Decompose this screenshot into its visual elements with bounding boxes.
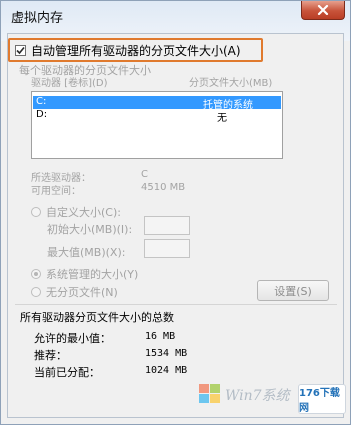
close-icon bbox=[317, 5, 329, 15]
recommended-value: 1534 MB bbox=[145, 348, 188, 359]
site-logo: 176下载网 bbox=[298, 384, 346, 414]
initial-size-input[interactable] bbox=[144, 216, 190, 235]
close-button[interactable] bbox=[301, 1, 345, 20]
virtual-memory-dialog: 虚拟内存 自动管理所有驱动器的分页文件大小(A) 每个驱动器的分页文件大小 驱动… bbox=[0, 0, 351, 425]
max-size-label: 最大值(MB)(X): bbox=[47, 246, 126, 259]
svg-text:Win7系统: Win7系统 bbox=[225, 388, 292, 404]
set-button[interactable]: 设置(S) bbox=[257, 280, 329, 301]
column-header-size: 分页文件大小(MB) bbox=[189, 78, 273, 89]
current-allocated-value: 1024 MB bbox=[145, 365, 188, 376]
drive-letter: D: bbox=[36, 109, 48, 120]
min-allowed-label: 允许的最小值： bbox=[34, 332, 111, 345]
max-size-input[interactable] bbox=[144, 239, 190, 258]
custom-size-radio[interactable] bbox=[31, 207, 41, 217]
site-logo-text: 176下载网 bbox=[299, 388, 340, 414]
drive-letter: C: bbox=[36, 96, 47, 107]
custom-size-option[interactable]: 自定义大小(C): bbox=[31, 204, 121, 220]
checkmark-icon bbox=[16, 46, 25, 55]
list-item-drive-d[interactable]: D: 无 bbox=[33, 109, 281, 124]
initial-size-label: 初始大小(MB)(I): bbox=[47, 223, 133, 236]
drive-list[interactable]: C: 托管的系统 D: 无 bbox=[31, 91, 283, 159]
current-allocated-label: 当前已分配： bbox=[34, 366, 100, 379]
selected-drive-value: C bbox=[141, 169, 148, 180]
win7-watermark-logo: Win7系统 bbox=[199, 384, 292, 404]
drive-size: 无 bbox=[217, 113, 227, 124]
auto-manage-label: 自动管理所有驱动器的分页文件大小(A) bbox=[31, 44, 241, 58]
custom-size-label: 自定义大小(C): bbox=[46, 206, 121, 219]
system-managed-label: 系统管理的大小(Y) bbox=[46, 268, 139, 281]
auto-manage-checkbox[interactable] bbox=[15, 45, 26, 56]
column-header-drive: 驱动器 [卷标](D) bbox=[31, 78, 108, 89]
available-space-value: 4510 MB bbox=[141, 182, 186, 193]
group-divider bbox=[15, 304, 337, 305]
system-managed-radio[interactable] bbox=[31, 269, 41, 279]
system-managed-option[interactable]: 系统管理的大小(Y) bbox=[31, 266, 138, 282]
min-allowed-value: 16 MB bbox=[145, 331, 176, 342]
no-paging-file-option[interactable]: 无分页文件(N) bbox=[31, 284, 118, 300]
recommended-label: 推荐： bbox=[34, 349, 67, 362]
list-item-drive-c[interactable]: C: 托管的系统 bbox=[33, 96, 281, 111]
no-paging-file-radio[interactable] bbox=[31, 287, 41, 297]
no-paging-file-label: 无分页文件(N) bbox=[46, 286, 118, 299]
available-space-label: 可用空间： bbox=[31, 186, 81, 197]
auto-manage-option[interactable]: 自动管理所有驱动器的分页文件大小(A) bbox=[15, 42, 241, 59]
window-title: 虚拟内存 bbox=[11, 11, 64, 26]
summary-title: 所有驱动器分页文件大小的总数 bbox=[20, 311, 174, 324]
